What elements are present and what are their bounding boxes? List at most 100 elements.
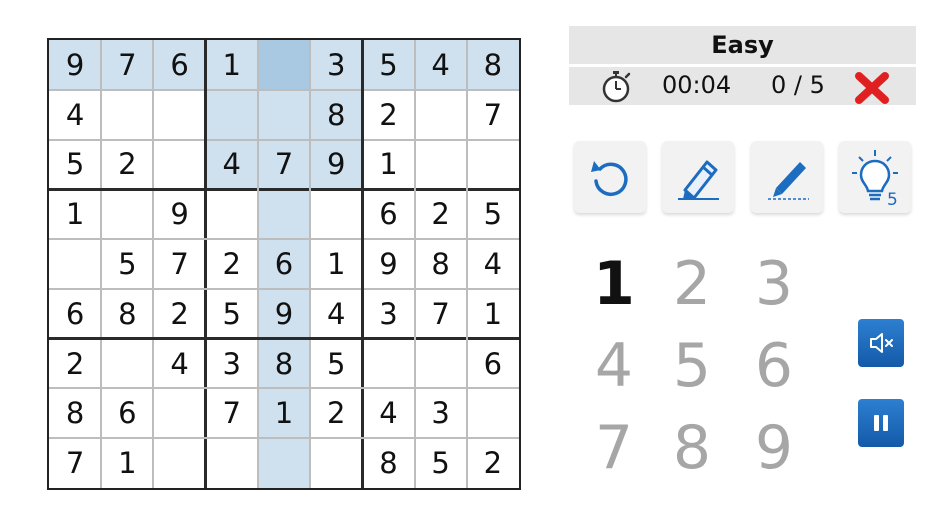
cell-r4-c7[interactable]: 6 [362, 189, 414, 239]
cell-r8-c9[interactable] [467, 388, 519, 438]
cell-r5-c2[interactable]: 5 [101, 239, 153, 289]
timer-display: 00:04 [662, 71, 732, 99]
cell-r1-c2[interactable]: 7 [101, 40, 154, 90]
cell-r7-c8[interactable] [415, 339, 467, 389]
numpad-key-8[interactable]: 8 [662, 413, 722, 483]
cell-r2-c8[interactable] [415, 90, 467, 140]
cell-r1-c7[interactable]: 5 [362, 40, 415, 90]
cell-r7-c1[interactable]: 2 [49, 339, 101, 389]
cell-r2-c9[interactable]: 7 [467, 90, 519, 140]
erase-button[interactable] [662, 141, 734, 213]
cell-r9-c1[interactable]: 7 [49, 438, 101, 488]
numpad-key-3[interactable]: 3 [744, 249, 804, 319]
cell-r1-c9[interactable]: 8 [466, 40, 519, 90]
numpad-key-2[interactable]: 2 [662, 249, 722, 319]
cell-r6-c3[interactable]: 2 [153, 289, 205, 339]
cell-r9-c8[interactable]: 5 [415, 438, 467, 488]
cell-r1-c3[interactable]: 6 [153, 40, 206, 90]
cell-r3-c8[interactable] [415, 140, 467, 190]
cell-r6-c1[interactable]: 6 [49, 289, 101, 339]
pause-button[interactable] [858, 399, 904, 447]
numpad-key-5[interactable]: 5 [662, 331, 722, 401]
cell-r8-c2[interactable]: 6 [101, 388, 153, 438]
cell-r8-c6[interactable]: 2 [310, 388, 362, 438]
cell-r5-c3[interactable]: 7 [153, 239, 205, 289]
cell-r3-c2[interactable]: 2 [101, 140, 153, 190]
cell-r2-c2[interactable] [101, 90, 153, 140]
cell-r9-c5[interactable] [257, 438, 311, 488]
numpad-key-6[interactable]: 6 [744, 331, 804, 401]
cell-r5-c1[interactable] [49, 239, 101, 289]
cell-r6-c6[interactable]: 4 [310, 289, 362, 339]
cell-r9-c9[interactable]: 2 [467, 438, 519, 488]
cell-r7-c2[interactable] [101, 339, 153, 389]
cell-r9-c4[interactable] [206, 438, 258, 488]
cell-r3-c3[interactable] [153, 140, 205, 190]
cell-r2-c6[interactable]: 8 [310, 89, 363, 140]
numpad-key-9[interactable]: 9 [744, 413, 804, 483]
cell-r7-c7[interactable] [362, 339, 414, 389]
cell-r4-c8[interactable]: 2 [415, 189, 467, 239]
mistakes-counter: 0 / 5 [771, 71, 825, 99]
cell-r5-c6[interactable]: 1 [310, 239, 362, 289]
cell-r9-c7[interactable]: 8 [362, 438, 414, 488]
cell-r1-c1[interactable]: 9 [49, 40, 102, 90]
cell-r1-c8[interactable]: 4 [414, 40, 467, 90]
pencil-icon [768, 162, 809, 200]
cell-r4-c6[interactable] [310, 189, 362, 239]
cell-r2-c5[interactable] [257, 89, 311, 140]
cell-r7-c3[interactable]: 4 [153, 339, 205, 389]
cell-r7-c9[interactable]: 6 [467, 339, 519, 389]
eraser-pencil-icon [678, 160, 719, 200]
cell-r7-c4[interactable]: 3 [206, 339, 258, 389]
cell-r1-c4[interactable]: 1 [205, 40, 258, 90]
cell-r8-c5[interactable]: 1 [257, 388, 311, 439]
hint-button[interactable]: 5 [839, 141, 911, 213]
numpad-key-7[interactable]: 7 [584, 413, 644, 483]
cell-r3-c9[interactable] [467, 140, 519, 190]
cell-r6-c5[interactable]: 9 [257, 288, 311, 339]
cell-r9-c6[interactable] [310, 438, 362, 488]
cell-r3-c7[interactable]: 1 [362, 140, 414, 190]
cell-r1-c6[interactable]: 3 [310, 40, 363, 90]
cell-r8-c3[interactable] [153, 388, 205, 438]
undo-button[interactable] [574, 141, 646, 213]
cell-r3-c4[interactable]: 4 [205, 139, 258, 190]
cell-r5-c8[interactable]: 8 [415, 239, 467, 289]
cell-r6-c7[interactable]: 3 [362, 289, 414, 339]
cell-r9-c3[interactable] [153, 438, 205, 488]
cell-r8-c4[interactable]: 7 [206, 388, 258, 438]
cell-r4-c1[interactable]: 1 [49, 189, 101, 239]
cell-r6-c2[interactable]: 8 [101, 289, 153, 339]
cell-r7-c5[interactable]: 8 [257, 338, 311, 389]
cell-r3-c5[interactable]: 7 [257, 139, 311, 190]
cell-r2-c1[interactable]: 4 [49, 90, 101, 140]
mute-button[interactable] [858, 319, 904, 367]
cell-r5-c9[interactable]: 4 [467, 239, 519, 289]
cell-r4-c2[interactable] [101, 189, 153, 239]
cell-r8-c7[interactable]: 4 [362, 388, 414, 438]
numpad-key-1[interactable]: 1 [584, 249, 644, 319]
cell-r2-c4[interactable] [205, 89, 258, 140]
cell-r3-c1[interactable]: 5 [49, 140, 101, 190]
cell-r4-c9[interactable]: 5 [467, 189, 519, 239]
cell-r4-c5[interactable] [257, 189, 311, 240]
cell-r4-c3[interactable]: 9 [153, 189, 205, 239]
cell-r8-c1[interactable]: 8 [49, 388, 101, 438]
cell-r8-c8[interactable]: 3 [415, 388, 467, 438]
cell-r6-c4[interactable]: 5 [206, 289, 258, 339]
cell-r5-c5[interactable]: 6 [257, 239, 311, 289]
cell-r9-c2[interactable]: 1 [101, 438, 153, 488]
cell-r7-c6[interactable]: 5 [310, 339, 362, 389]
cell-r3-c6[interactable]: 9 [310, 139, 363, 190]
cell-r6-c8[interactable]: 7 [415, 289, 467, 339]
cell-r5-c7[interactable]: 9 [362, 239, 414, 289]
cell-r2-c3[interactable] [153, 90, 205, 140]
notes-button[interactable] [751, 141, 823, 213]
numpad-key-4[interactable]: 4 [584, 331, 644, 401]
cell-r6-c9[interactable]: 1 [467, 289, 519, 339]
cell-r4-c4[interactable] [206, 189, 258, 239]
cell-r1-c5[interactable] [257, 40, 311, 90]
cell-r5-c4[interactable]: 2 [206, 239, 258, 289]
cell-r2-c7[interactable]: 2 [362, 90, 414, 140]
